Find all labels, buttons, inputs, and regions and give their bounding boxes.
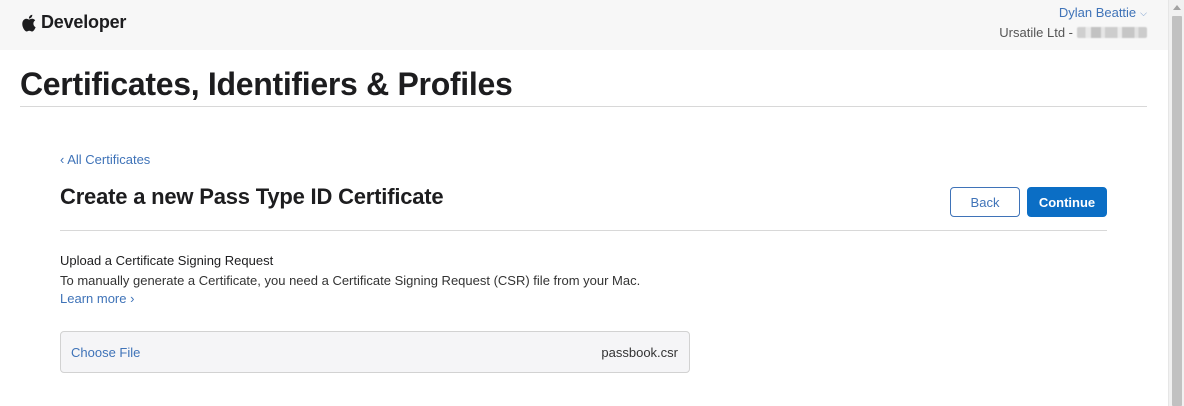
apple-logo-icon xyxy=(21,14,36,32)
brand-label: Developer xyxy=(41,12,127,32)
team-info: Ursatile Ltd - xyxy=(999,25,1147,40)
account-menu: Dylan Beattie ⌵ Ursatile Ltd - xyxy=(999,5,1147,40)
choose-file-button[interactable]: Choose File xyxy=(71,345,140,360)
continue-button[interactable]: Continue xyxy=(1027,187,1107,217)
team-name: Ursatile Ltd - xyxy=(999,25,1073,40)
upload-description: To manually generate a Certificate, you … xyxy=(60,273,641,288)
file-upload-field[interactable]: Choose File passbook.csr xyxy=(60,331,690,373)
section-heading: Create a new Pass Type ID Certificate xyxy=(60,184,444,209)
scrollbar-thumb[interactable] xyxy=(1172,16,1182,406)
page-title: Certificates, Identifiers & Profiles xyxy=(20,66,513,102)
selected-file-name: passbook.csr xyxy=(601,345,678,360)
vertical-scrollbar[interactable] xyxy=(1168,0,1184,406)
user-menu-toggle[interactable]: Dylan Beattie ⌵ xyxy=(999,5,1147,20)
all-certificates-link[interactable]: ‹ All Certificates xyxy=(60,152,150,167)
scroll-up-arrow-icon[interactable] xyxy=(1173,5,1181,10)
user-name[interactable]: Dylan Beattie xyxy=(1059,5,1136,20)
back-button[interactable]: Back xyxy=(950,187,1020,217)
top-navigation-bar: Developer Dylan Beattie ⌵ Ursatile Ltd - xyxy=(0,0,1168,50)
team-id-redacted xyxy=(1077,27,1147,38)
section-divider xyxy=(60,230,1107,231)
developer-home-link[interactable]: Developer xyxy=(21,12,126,33)
upload-heading: Upload a Certificate Signing Request xyxy=(60,253,274,268)
title-divider xyxy=(20,106,1147,107)
learn-more-link[interactable]: Learn more › xyxy=(60,291,134,306)
chevron-down-icon[interactable]: ⌵ xyxy=(1140,8,1147,19)
